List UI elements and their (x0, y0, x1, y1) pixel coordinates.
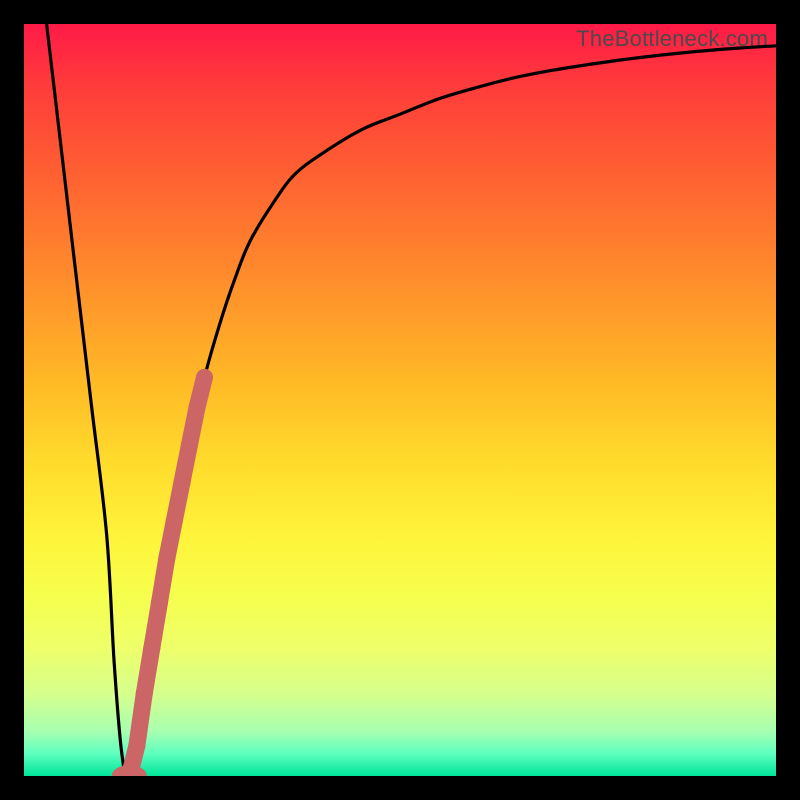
marker-dot (166, 512, 183, 529)
marker-dot (136, 685, 153, 702)
marker-dot (151, 595, 168, 612)
marker-dot (173, 474, 190, 491)
marker-dot (189, 399, 206, 416)
marker-dot (128, 737, 145, 754)
marker-dot (112, 765, 147, 776)
highlight-markers (112, 369, 213, 776)
marker-dot (143, 640, 160, 657)
marker-dot (196, 369, 213, 386)
marker-dot (181, 437, 198, 454)
plot-area: TheBottleneck.com (24, 24, 776, 776)
chart-overlay (24, 24, 776, 776)
marker-dot (158, 549, 175, 566)
chart-frame: TheBottleneck.com (0, 0, 800, 800)
